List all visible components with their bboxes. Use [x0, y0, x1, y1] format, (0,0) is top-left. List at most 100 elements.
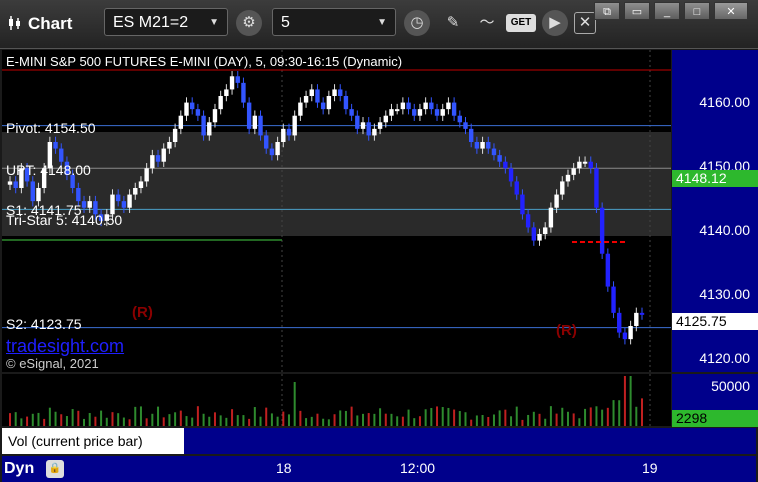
volume-bar	[549, 406, 552, 426]
candle	[303, 90, 309, 108]
symbol-input[interactable]: ES M21=2 ▼	[104, 8, 228, 36]
candle	[377, 117, 383, 135]
volume-bar	[157, 406, 160, 426]
volume-bar	[145, 418, 148, 426]
volume-bar	[88, 413, 91, 426]
volume-bar	[538, 413, 541, 426]
price-chart[interactable]: E-MINI S&P 500 FUTURES E-MINI (DAY), 5, …	[2, 50, 671, 372]
y-tick: 4120.00	[699, 350, 750, 366]
symbol-value: ES M21=2	[113, 14, 189, 31]
volume-bar	[384, 413, 387, 426]
time-axis[interactable]: Dyn 🔒 18 12:00 19	[2, 456, 756, 482]
volume-bar	[555, 413, 558, 426]
candle	[434, 103, 440, 121]
time-tick: 18	[276, 460, 292, 476]
volume-bar	[253, 407, 256, 426]
volume-bar	[322, 418, 325, 426]
candle	[417, 103, 423, 121]
y-tick: 4130.00	[699, 286, 750, 302]
volume-tick: 50000	[711, 378, 750, 394]
lock-icon[interactable]: 🔒	[46, 460, 64, 478]
candle	[389, 103, 394, 121]
watermark-link[interactable]: tradesight.com	[6, 336, 124, 357]
maximize-icon[interactable]: □	[684, 2, 710, 20]
volume-bar	[544, 418, 547, 426]
tile-icon[interactable]: ▭	[624, 2, 650, 20]
chart-window: Chart ES M21=2 ▼ ⚙ 5 ▼ ◷ ✎ 〜 GET ▶ ✕ ⧉ ▭…	[0, 0, 758, 482]
volume-bar	[589, 407, 592, 426]
window-close-icon[interactable]: ✕	[714, 2, 748, 20]
volume-bar	[191, 417, 194, 426]
candle	[332, 84, 337, 102]
interval-value: 5	[281, 14, 290, 31]
restore-icon[interactable]: ⧉	[594, 2, 620, 20]
volume-bar	[504, 409, 507, 426]
volume-bar	[498, 410, 501, 426]
volume-bar	[339, 410, 342, 426]
price-axis[interactable]: 4160.00 4150.00 4140.00 4130.00 4120.00 …	[672, 50, 758, 372]
volume-bar	[470, 419, 473, 426]
volume-bar	[430, 407, 433, 426]
volume-chart[interactable]	[2, 374, 671, 426]
volume-bar	[31, 413, 34, 426]
volume-bar	[623, 376, 626, 426]
volume-bar	[396, 416, 399, 426]
candle	[309, 84, 314, 102]
volume-bar	[601, 409, 604, 426]
candle	[195, 103, 201, 121]
chart-header: E-MINI S&P 500 FUTURES E-MINI (DAY), 5, …	[6, 54, 403, 69]
candle	[457, 110, 463, 128]
settings-icon[interactable]: ⚙	[236, 10, 262, 36]
volume-bar	[458, 411, 461, 426]
pencil-icon[interactable]: ✎	[440, 10, 466, 36]
candle	[235, 71, 240, 89]
candle	[451, 97, 457, 121]
candle	[383, 110, 388, 128]
volume-bar	[521, 419, 524, 426]
volume-bar	[43, 418, 46, 426]
volume-bar	[327, 419, 330, 426]
clock-icon[interactable]: ◷	[404, 10, 430, 36]
volume-bar	[441, 407, 444, 426]
candle	[229, 71, 235, 95]
volume-bar	[350, 406, 353, 426]
chevron-down-icon: ▼	[377, 17, 387, 28]
y-tick: 4160.00	[699, 94, 750, 110]
volume-bar	[179, 410, 182, 426]
volume-bar	[413, 418, 416, 426]
volume-bar	[487, 416, 490, 426]
copyright: © eSignal, 2021	[6, 356, 99, 371]
volume-study-label[interactable]: Vol (current price bar)	[2, 428, 184, 454]
candle	[400, 97, 406, 115]
close-study-icon[interactable]: x	[172, 428, 179, 442]
close-icon[interactable]: ✕	[574, 12, 596, 34]
candle	[594, 163, 599, 213]
candle	[429, 97, 434, 115]
minimize-icon[interactable]: _	[654, 2, 680, 20]
volume-bar	[270, 413, 273, 426]
candle	[423, 97, 428, 115]
y-tick: 4140.00	[699, 222, 750, 238]
candle	[252, 110, 258, 135]
candle	[189, 97, 195, 115]
volume-bar	[475, 415, 478, 426]
volume-bar	[231, 409, 234, 426]
study-icon[interactable]: 〜	[474, 10, 500, 36]
volume-bar	[492, 414, 495, 426]
volume-bar	[14, 412, 17, 426]
candle	[320, 97, 326, 115]
play-icon[interactable]: ▶	[542, 10, 568, 36]
candle	[218, 90, 223, 115]
volume-bar	[578, 418, 581, 426]
get-icon[interactable]: GET	[506, 14, 536, 32]
s2-label: S2: 4123.75	[6, 316, 82, 332]
volume-bar	[566, 411, 569, 426]
volume-bar	[202, 413, 205, 426]
volume-bar	[225, 417, 228, 426]
time-tick: 19	[642, 460, 658, 476]
volume-bar	[299, 410, 302, 426]
interval-input[interactable]: 5 ▼	[272, 8, 396, 36]
volume-bar	[606, 407, 609, 426]
candle	[241, 77, 246, 108]
volume-bar	[242, 415, 245, 426]
